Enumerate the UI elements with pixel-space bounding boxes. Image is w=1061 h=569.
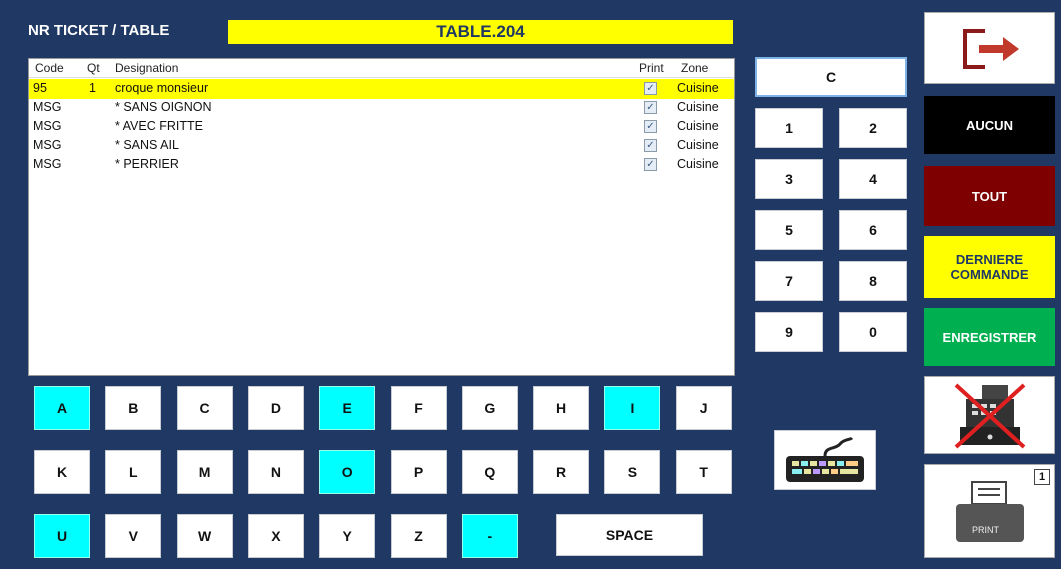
- derniere-line2: COMMANDE: [950, 267, 1029, 282]
- numpad-key-4[interactable]: 4: [839, 159, 907, 199]
- order-line-code: 95: [33, 81, 47, 95]
- no-cash-register-button[interactable]: [924, 376, 1055, 454]
- key-m[interactable]: M: [176, 450, 233, 494]
- numpad-key-6[interactable]: 6: [839, 210, 907, 250]
- derniere-commande-button[interactable]: DERNIERE COMMANDE: [924, 236, 1055, 298]
- key-u[interactable]: U: [34, 514, 90, 558]
- order-line-code: MSG: [33, 100, 62, 114]
- key-s[interactable]: S: [604, 450, 661, 494]
- key-q[interactable]: Q: [461, 450, 518, 494]
- cash-register-crossed-icon: [954, 383, 1025, 449]
- enregistrer-button[interactable]: ENREGISTRER: [924, 308, 1055, 366]
- printer-icon: [955, 481, 1024, 542]
- numpad-key-8[interactable]: 8: [839, 261, 907, 301]
- key-w[interactable]: W: [176, 514, 233, 558]
- order-line-zone: Cuisine: [677, 157, 719, 171]
- key-e[interactable]: E: [319, 386, 376, 430]
- keyboard-toggle-button[interactable]: [774, 430, 876, 490]
- numpad-clear-key[interactable]: C: [755, 57, 907, 97]
- order-line-code: MSG: [33, 157, 62, 171]
- print-checkbox[interactable]: ✓: [644, 120, 657, 133]
- key-j[interactable]: J: [675, 386, 732, 430]
- print-checkbox[interactable]: ✓: [644, 101, 657, 114]
- numpad-key-7[interactable]: 7: [755, 261, 823, 301]
- numpad-key-9[interactable]: 9: [755, 312, 823, 352]
- print-checkbox[interactable]: ✓: [644, 139, 657, 152]
- col-designation-header: Designation: [115, 61, 179, 75]
- order-line-designation: croque monsieur: [115, 81, 209, 95]
- key-k[interactable]: K: [34, 450, 90, 494]
- order-line-zone: Cuisine: [677, 81, 719, 95]
- order-line-row[interactable]: MSG * SANS OIGNON Cuisine ✓: [29, 98, 734, 118]
- print-count-badge: 1: [1034, 469, 1050, 485]
- derniere-line1: DERNIERE: [955, 252, 1024, 267]
- numpad-key-0[interactable]: 0: [839, 312, 907, 352]
- print-button[interactable]: PRINT 1: [924, 464, 1055, 558]
- print-label: PRINT: [972, 525, 999, 535]
- numpad-key-1[interactable]: 1: [755, 108, 823, 148]
- key-t[interactable]: T: [675, 450, 732, 494]
- order-line-zone: Cuisine: [677, 119, 719, 133]
- exit-button[interactable]: [924, 12, 1055, 84]
- key-y[interactable]: Y: [319, 514, 376, 558]
- order-line-designation: * SANS OIGNON: [115, 100, 212, 114]
- exit-door-icon: [962, 29, 1019, 69]
- order-line-zone: Cuisine: [677, 100, 719, 114]
- space-key[interactable]: SPACE: [556, 514, 703, 556]
- order-line-row[interactable]: MSG * SANS AIL Cuisine ✓: [29, 136, 734, 156]
- table-number-field[interactable]: TABLE.204: [228, 20, 733, 44]
- order-line-row[interactable]: 95 1 croque monsieur Cuisine ✓: [29, 79, 734, 99]
- key-dash[interactable]: -: [461, 514, 518, 558]
- order-line-code: MSG: [33, 119, 62, 133]
- tout-button[interactable]: TOUT: [924, 166, 1055, 226]
- key-i[interactable]: I: [604, 386, 661, 430]
- key-v[interactable]: V: [105, 514, 162, 558]
- key-a[interactable]: A: [34, 386, 90, 430]
- order-line-row[interactable]: MSG * PERRIER Cuisine ✓: [29, 155, 734, 175]
- key-p[interactable]: P: [390, 450, 447, 494]
- col-code-header: Code: [35, 61, 64, 75]
- key-z[interactable]: Z: [390, 514, 447, 558]
- order-line-designation: * AVEC FRITTE: [115, 119, 203, 133]
- key-b[interactable]: B: [105, 386, 162, 430]
- order-line-qty: 1: [89, 81, 96, 95]
- col-qt-header: Qt: [87, 61, 100, 75]
- key-f[interactable]: F: [390, 386, 447, 430]
- key-d[interactable]: D: [247, 386, 304, 430]
- print-checkbox[interactable]: ✓: [644, 158, 657, 171]
- key-r[interactable]: R: [533, 450, 590, 494]
- key-g[interactable]: G: [461, 386, 518, 430]
- numpad-key-3[interactable]: 3: [755, 159, 823, 199]
- keyboard-icon: [786, 436, 864, 482]
- ticket-table-label: NR TICKET / TABLE: [28, 22, 170, 39]
- order-line-zone: Cuisine: [677, 138, 719, 152]
- print-checkbox[interactable]: ✓: [644, 82, 657, 95]
- order-line-designation: * PERRIER: [115, 157, 179, 171]
- grid-header: Code Qt Designation Print Zone: [29, 59, 734, 78]
- key-l[interactable]: L: [105, 450, 162, 494]
- key-n[interactable]: N: [247, 450, 304, 494]
- numpad-key-5[interactable]: 5: [755, 210, 823, 250]
- order-line-code: MSG: [33, 138, 62, 152]
- key-h[interactable]: H: [533, 386, 590, 430]
- col-print-header: Print: [639, 61, 664, 75]
- key-c[interactable]: C: [176, 386, 233, 430]
- aucun-button[interactable]: AUCUN: [924, 96, 1055, 154]
- key-x[interactable]: X: [247, 514, 304, 558]
- numpad-key-2[interactable]: 2: [839, 108, 907, 148]
- key-o[interactable]: O: [319, 450, 376, 494]
- order-line-row[interactable]: MSG * AVEC FRITTE Cuisine ✓: [29, 117, 734, 137]
- order-lines-grid[interactable]: Code Qt Designation Print Zone 95 1 croque…: [28, 58, 735, 376]
- col-zone-header: Zone: [681, 61, 709, 75]
- order-line-designation: * SANS AIL: [115, 138, 179, 152]
